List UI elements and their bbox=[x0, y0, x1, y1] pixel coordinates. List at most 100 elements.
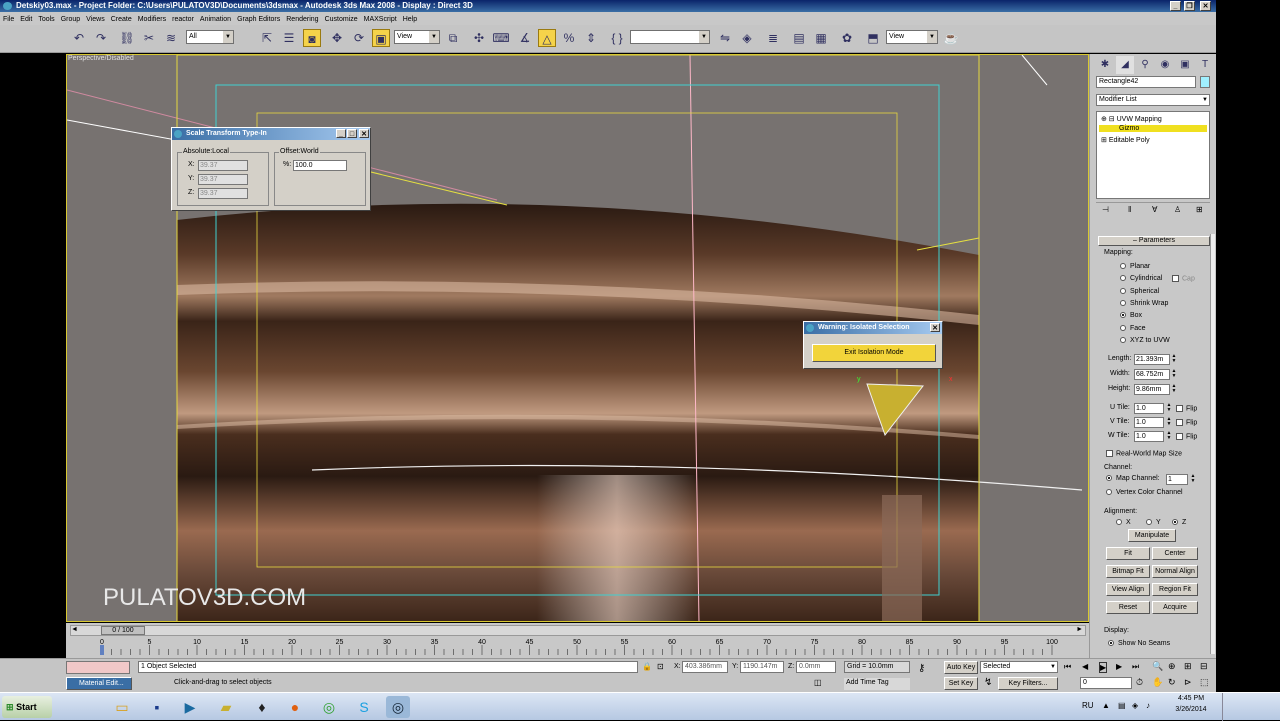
abs-y-field[interactable]: 39.37 bbox=[198, 174, 248, 185]
real-world-map-size-checkbox[interactable]: Real-World Map Size bbox=[1106, 450, 1182, 457]
slider-left-arrow-icon[interactable]: ◄ bbox=[71, 626, 83, 635]
stack-item-editable-poly[interactable]: ⊞ Editable Poly bbox=[1101, 136, 1150, 144]
x-coord-field[interactable]: 403.386mm bbox=[682, 661, 728, 673]
warning-titlebar[interactable]: Warning: Isolated Selection ✕ bbox=[804, 322, 942, 334]
modifier-list-dropdown[interactable]: Modifier List ▼ bbox=[1096, 94, 1210, 106]
snaps-toggle-icon[interactable]: ∡ bbox=[516, 29, 534, 47]
map-channel-field[interactable]: 1 bbox=[1166, 474, 1188, 485]
select-and-move-icon[interactable]: ✥ bbox=[328, 29, 346, 47]
quick-render-icon[interactable]: ☕ bbox=[942, 29, 960, 47]
panel-scrollbar[interactable] bbox=[1210, 234, 1215, 654]
mapping-cylindrical-radio[interactable]: Cylindrical bbox=[1120, 275, 1162, 282]
select-object-icon[interactable]: ⇱ bbox=[258, 29, 276, 47]
mapping-spherical-radio[interactable]: Spherical bbox=[1120, 288, 1159, 295]
zoom-icon[interactable]: 🔍 bbox=[1152, 661, 1163, 672]
select-and-rotate-icon[interactable]: ⟳ bbox=[350, 29, 368, 47]
align-icon[interactable]: ◈ bbox=[738, 29, 756, 47]
tray-arrow-icon[interactable]: ▲ bbox=[1102, 701, 1110, 710]
field-of-view-icon[interactable]: ⊳ bbox=[1184, 677, 1192, 688]
layer-manager-icon[interactable]: ≣ bbox=[764, 29, 782, 47]
menu-edit[interactable]: Edit bbox=[17, 16, 35, 23]
spinner-arrows-icon[interactable]: ▲ ▼ bbox=[1166, 431, 1172, 442]
maximize-viewport-icon[interactable]: ⬚ bbox=[1200, 677, 1209, 688]
menu-tools[interactable]: Tools bbox=[35, 16, 57, 23]
render-view-dropdown[interactable]: View ▼ bbox=[886, 30, 938, 44]
maxscript-listener[interactable] bbox=[66, 661, 130, 674]
schematic-view-icon[interactable]: ▦ bbox=[812, 29, 830, 47]
media-icon[interactable]: ♦ bbox=[250, 696, 274, 718]
dialog-maximize-button[interactable]: □ bbox=[347, 129, 357, 138]
set-key-button[interactable]: Set Key bbox=[944, 677, 978, 690]
start-button[interactable]: ⊞ Start bbox=[2, 696, 52, 718]
select-and-link-icon[interactable]: ⛓ bbox=[118, 29, 136, 47]
lock-icon[interactable]: 🔒 bbox=[642, 662, 652, 671]
mapping-planar-radio[interactable]: Planar bbox=[1120, 263, 1150, 270]
close-button[interactable]: ✕ bbox=[1200, 1, 1211, 11]
percent-snap-icon[interactable]: % bbox=[560, 29, 578, 47]
warning-close-button[interactable]: ✕ bbox=[930, 323, 940, 332]
menu-modifiers[interactable]: Modifiers bbox=[135, 16, 169, 23]
w-flip-checkbox[interactable]: Flip bbox=[1176, 433, 1197, 440]
minimize-button[interactable]: _ bbox=[1170, 1, 1181, 11]
bitmap-fit-button[interactable]: Bitmap Fit bbox=[1106, 565, 1150, 578]
time-slider-thumb[interactable]: 0 / 100 bbox=[101, 626, 145, 635]
exit-isolation-mode-button[interactable]: Exit Isolation Mode bbox=[812, 344, 936, 362]
absolute-mode-icon[interactable]: ⊡ bbox=[657, 662, 664, 671]
region-fit-button[interactable]: Region Fit bbox=[1152, 583, 1198, 596]
stack-item-gizmo[interactable]: Gizmo bbox=[1099, 125, 1207, 132]
chrome-icon[interactable]: ◎ bbox=[317, 696, 341, 718]
current-frame-field[interactable]: 0 bbox=[1080, 677, 1132, 689]
manipulate-button[interactable]: Manipulate bbox=[1128, 529, 1176, 542]
go-to-start-icon[interactable]: ⏮ bbox=[1064, 662, 1071, 672]
spinner-arrows-icon[interactable]: ▲ ▼ bbox=[1171, 384, 1177, 395]
menu-group[interactable]: Group bbox=[58, 16, 83, 23]
abs-z-field[interactable]: 39.37 bbox=[198, 188, 248, 199]
track-bar[interactable]: 0 5 10 15 20 25 30 35 40 45 50 55 60 65 70 75 80 85 90 95 10… bbox=[66, 637, 1089, 657]
mapping-box-radio[interactable]: Box bbox=[1120, 312, 1142, 319]
dialog-minimize-button[interactable]: _ bbox=[336, 129, 346, 138]
select-and-manipulate-icon[interactable]: ✣ bbox=[470, 29, 488, 47]
select-by-name-icon[interactable]: ☰ bbox=[280, 29, 298, 47]
z-coord-field[interactable]: 0.0mm bbox=[796, 661, 836, 673]
align-x-radio[interactable]: X bbox=[1116, 519, 1131, 526]
mapping-face-radio[interactable]: Face bbox=[1120, 325, 1146, 332]
restore-button[interactable]: ❐ bbox=[1184, 1, 1195, 11]
pivot-center-icon[interactable]: ⧉ bbox=[444, 29, 462, 47]
show-no-seams-radio[interactable]: Show No Seams bbox=[1108, 640, 1170, 647]
redo-icon[interactable]: ↷ bbox=[92, 29, 110, 47]
previous-frame-icon[interactable]: ◀ bbox=[1082, 662, 1088, 671]
spinner-arrows-icon[interactable]: ▲ ▼ bbox=[1171, 369, 1177, 380]
spinner-arrows-icon[interactable]: ▲ ▼ bbox=[1190, 474, 1196, 485]
key-icon[interactable]: ⚷ bbox=[918, 663, 925, 674]
reset-button[interactable]: Reset bbox=[1106, 601, 1150, 614]
normal-align-button[interactable]: Normal Align bbox=[1152, 565, 1198, 578]
acquire-button[interactable]: Acquire bbox=[1152, 601, 1198, 614]
motion-tab-icon[interactable]: ◉ bbox=[1156, 56, 1174, 74]
show-desktop-button[interactable] bbox=[1222, 693, 1230, 721]
current-frame-marker[interactable] bbox=[100, 645, 104, 655]
show-end-result-icon[interactable]: ‖ bbox=[1128, 205, 1131, 214]
time-tag-icon[interactable]: ◫ bbox=[814, 678, 822, 687]
select-and-scale-icon[interactable]: ▣ bbox=[372, 29, 390, 47]
selection-filter-dropdown[interactable]: All ▼ bbox=[186, 30, 234, 44]
make-unique-icon[interactable]: ∀ bbox=[1152, 205, 1157, 214]
menu-graph-editors[interactable]: Graph Editors bbox=[234, 16, 283, 23]
mirror-icon[interactable]: ⇋ bbox=[716, 29, 734, 47]
slider-right-arrow-icon[interactable]: ► bbox=[1076, 626, 1083, 633]
zoom-all-icon[interactable]: ⊕ bbox=[1168, 661, 1176, 672]
map-channel-radio[interactable]: Map Channel: bbox=[1106, 475, 1160, 482]
play-icon[interactable]: ▶ bbox=[1099, 662, 1108, 673]
render-setup-icon[interactable]: ⬒ bbox=[864, 29, 882, 47]
align-z-radio[interactable]: Z bbox=[1172, 519, 1186, 526]
menu-help[interactable]: Help bbox=[400, 16, 420, 23]
app-d-icon[interactable]: ▶ bbox=[178, 696, 202, 718]
v-flip-checkbox[interactable]: Flip bbox=[1176, 419, 1197, 426]
fit-button[interactable]: Fit bbox=[1106, 547, 1150, 560]
material-editor-taskitem[interactable]: Material Edit... bbox=[66, 677, 132, 690]
clock-time[interactable]: 4:45 PM bbox=[1166, 695, 1216, 702]
save-disk-icon[interactable]: ▪ bbox=[145, 696, 169, 718]
mapping-shrink-wrap-radio[interactable]: Shrink Wrap bbox=[1120, 300, 1168, 307]
undo-icon[interactable]: ↶ bbox=[70, 29, 88, 47]
next-frame-icon[interactable]: ▶ bbox=[1116, 662, 1122, 671]
configure-sets-icon[interactable]: ⊞ bbox=[1196, 205, 1203, 214]
